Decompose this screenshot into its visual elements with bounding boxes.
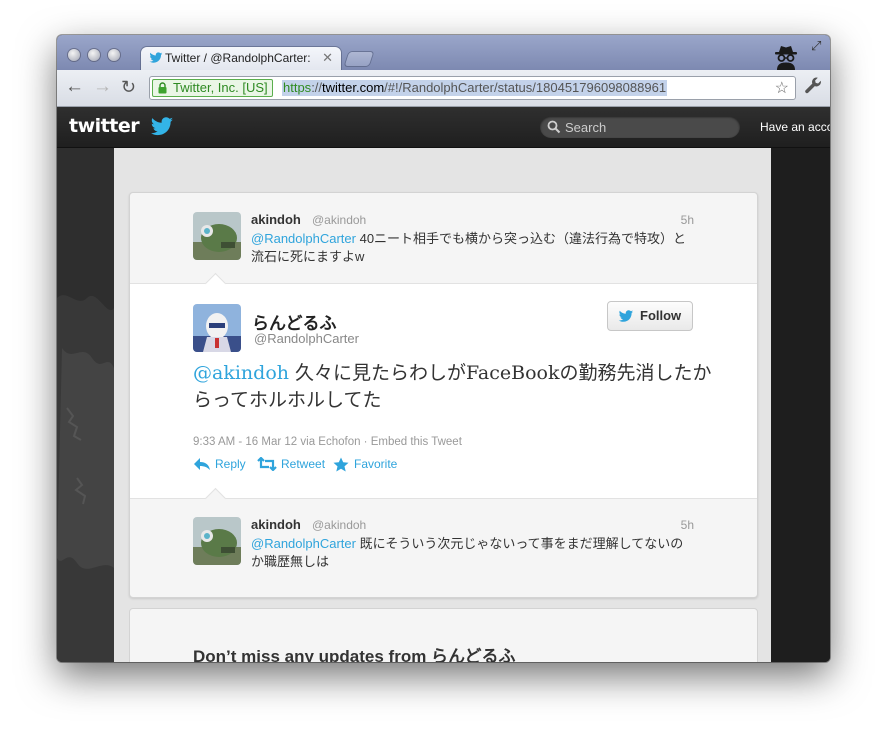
bookmark-star-icon[interactable]: ☆ xyxy=(775,78,789,98)
main-tweet: らんどるふ @RandolphCarter Follow @akindoh 久々… xyxy=(130,272,757,510)
tweet-metadata[interactable]: 9:33 AM - 16 Mar 12 via Echofon · Embed … xyxy=(193,436,462,448)
tweet-text: @akindoh 久々に見たらわしがFaceBookの勤務先消したからってホルホ… xyxy=(193,360,713,414)
akindoh-avatar-image xyxy=(193,212,241,260)
ev-label: Twitter, Inc. [US] xyxy=(173,80,268,95)
url-path: /#!/RandolphCarter/status/18045179609808… xyxy=(384,80,667,95)
avatar[interactable] xyxy=(193,304,241,352)
tweet-permalink-card: akindoh @akindoh 5h @RandolphCarter 40ニー… xyxy=(129,192,758,598)
close-window-button[interactable] xyxy=(68,49,80,61)
minimize-window-button[interactable] xyxy=(88,49,100,61)
tweet-mention-link[interactable]: @akindoh xyxy=(193,362,289,384)
browser-window: Twitter / @RandolphCarter: ✕ ⤢ ← → ↻ Twi… xyxy=(57,35,830,662)
twitter-logo[interactable]: twitter xyxy=(69,115,140,137)
twitter-top-bar: twitter Search Have an acco xyxy=(57,107,830,148)
address-bar[interactable]: Twitter, Inc. [US] https://twitter.com/#… xyxy=(149,76,796,100)
retweet-icon xyxy=(257,457,277,471)
url-text[interactable]: https://twitter.com/#!/RandolphCarter/st… xyxy=(282,80,668,96)
back-icon[interactable]: ← xyxy=(65,76,84,98)
follow-button[interactable]: Follow xyxy=(607,301,693,331)
url-host: twitter.com xyxy=(322,80,385,95)
tab-title: Twitter / @RandolphCarter: xyxy=(165,51,313,65)
reply-author-name[interactable]: akindoh xyxy=(251,212,301,227)
reply-timestamp[interactable]: 5h xyxy=(681,213,694,227)
search-placeholder: Search xyxy=(565,120,607,135)
tab-twitter[interactable]: Twitter / @RandolphCarter: ✕ xyxy=(141,47,341,70)
follow-bird-icon xyxy=(618,310,634,322)
tweet-author-handle[interactable]: @RandolphCarter xyxy=(254,331,359,346)
avatar[interactable] xyxy=(193,517,241,565)
account-prompt[interactable]: Have an acco xyxy=(760,120,830,134)
content-column: akindoh @akindoh 5h @RandolphCarter 40ニー… xyxy=(114,148,771,662)
wrench-icon[interactable] xyxy=(803,75,823,97)
twitter-bird-icon xyxy=(149,52,163,63)
randolph-avatar-image xyxy=(193,304,241,352)
right-gutter xyxy=(771,148,830,662)
reply-author-name[interactable]: akindoh xyxy=(251,517,301,532)
browser-toolbar: ← → ↻ Twitter, Inc. [US] https://twitter… xyxy=(57,70,830,107)
search-icon xyxy=(547,120,561,134)
reply-arrow-icon xyxy=(194,458,210,470)
reply-mention-link[interactable]: @RandolphCarter xyxy=(251,536,356,551)
reply-text: @RandolphCarter 40ニート相手でも横から突っ込む（違法行為で特攻… xyxy=(251,230,696,266)
url-separator: :// xyxy=(311,80,323,95)
updates-signup-card: Don’t miss any updates from らんどるふ xyxy=(129,608,758,662)
reload-icon[interactable]: ↻ xyxy=(121,76,136,98)
fullscreen-icon[interactable]: ⤢ xyxy=(811,38,821,54)
zoom-window-button[interactable] xyxy=(108,49,120,61)
retweet-label: Retweet xyxy=(281,457,326,471)
favorite-label: Favorite xyxy=(354,457,398,471)
tab-strip: Twitter / @RandolphCarter: ✕ ⤢ xyxy=(57,35,830,70)
search-input[interactable]: Search xyxy=(540,116,740,138)
tab-close-icon[interactable]: ✕ xyxy=(322,50,333,66)
reply-timestamp[interactable]: 5h xyxy=(681,518,694,532)
avatar[interactable] xyxy=(193,212,241,260)
star-icon xyxy=(333,457,349,472)
conversation-reply-below[interactable]: akindoh @akindoh 5h @RandolphCarter 既にそう… xyxy=(130,498,757,588)
forward-icon[interactable]: → xyxy=(93,76,112,98)
page-background: akindoh @akindoh 5h @RandolphCarter 40ニー… xyxy=(57,148,830,662)
reply-author-handle[interactable]: @akindoh xyxy=(312,518,366,532)
reply-label: Reply xyxy=(215,457,246,471)
incognito-icon xyxy=(775,46,797,70)
reply-author-handle[interactable]: @akindoh xyxy=(312,213,366,227)
updates-heading: Don’t miss any updates from らんどるふ xyxy=(193,647,516,662)
reply-mention-link[interactable]: @RandolphCarter xyxy=(251,231,356,246)
conversation-reply-above[interactable]: akindoh @akindoh 5h @RandolphCarter 40ニー… xyxy=(130,193,757,283)
akindoh-avatar-image xyxy=(193,517,241,565)
new-tab-button[interactable] xyxy=(344,52,374,66)
ev-certificate-badge[interactable]: Twitter, Inc. [US] xyxy=(152,79,273,97)
background-texture xyxy=(57,148,114,662)
reply-text: @RandolphCarter 既にそういう次元じゃないって事をまだ理解してない… xyxy=(251,535,696,571)
url-scheme: https xyxy=(283,80,312,95)
twitter-logo-bird-icon[interactable] xyxy=(149,117,175,137)
lock-icon xyxy=(158,82,167,94)
follow-label: Follow xyxy=(640,308,682,323)
